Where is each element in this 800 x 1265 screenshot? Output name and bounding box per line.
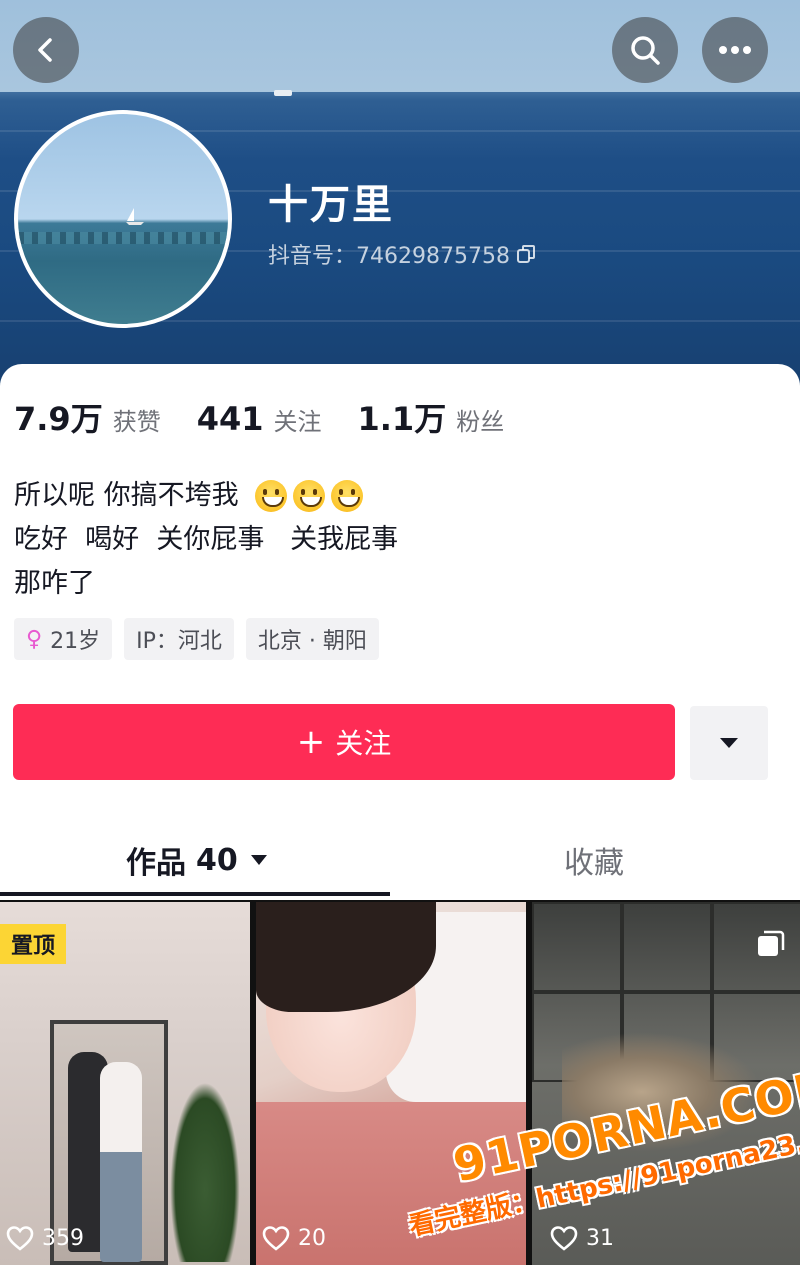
tab-works-label: 作品 <box>126 846 186 881</box>
video-likes: 359 <box>6 1225 84 1251</box>
video-likes-count: 20 <box>298 1225 326 1251</box>
stat-label: 粉丝 <box>456 408 505 436</box>
stat-likes: 7.9万 获赞 <box>14 394 161 440</box>
douyin-id-text: 抖音号：74629875758 <box>268 244 510 269</box>
video-thumbnail[interactable]: 置顶 359 <box>0 902 250 1265</box>
video-likes: 20 <box>262 1225 326 1251</box>
bio: 所以呢 你搞不垮我 吃好 喝好 关你屁事 关我屁事 那咋了 <box>14 474 398 606</box>
copy-icon[interactable] <box>516 244 536 264</box>
heart-outline-icon <box>262 1226 290 1251</box>
search-icon <box>631 36 660 65</box>
follow-button[interactable]: + 关注 <box>13 704 675 780</box>
nickname: 十万里 <box>268 182 394 228</box>
bio-line: 吃好 喝好 关你屁事 关我屁事 <box>14 518 398 562</box>
tab-active-indicator <box>0 892 390 896</box>
heart-outline-icon <box>6 1226 34 1251</box>
stat-followers[interactable]: 1.1万 粉丝 <box>358 394 505 440</box>
bio-text: 那咋了 <box>14 568 95 599</box>
grinning-face-icon <box>254 480 287 512</box>
caret-down-icon <box>720 738 738 748</box>
more-button[interactable] <box>702 17 768 83</box>
thumb-tile <box>622 902 712 992</box>
tag-location[interactable]: 北京 · 朝阳 <box>245 618 379 660</box>
back-button[interactable] <box>13 17 79 83</box>
profile-card: 7.9万 获赞 441 关注 1.1万 粉丝 所以呢 你搞不垮我 吃好 喝好 关… <box>0 364 800 904</box>
video-likes-count: 359 <box>42 1225 84 1251</box>
caret-down-icon <box>250 855 267 865</box>
video-grid: 置顶 359 20 31 <box>0 900 800 1265</box>
thumb-figure <box>100 1062 142 1262</box>
plus-icon: + <box>296 722 326 762</box>
multi-image-icon <box>758 930 785 956</box>
grinning-face-icon <box>292 480 325 512</box>
stats-row: 7.9万 获赞 441 关注 1.1万 粉丝 <box>14 394 540 440</box>
search-button[interactable] <box>612 17 678 83</box>
stat-number: 441 <box>196 400 264 438</box>
stat-following[interactable]: 441 关注 <box>197 400 322 438</box>
bio-text: 吃好 喝好 关你屁事 关我屁事 <box>14 524 399 555</box>
stat-label: 获赞 <box>112 408 161 436</box>
banner-boat <box>274 90 292 96</box>
tag-age: ♀ 21岁 <box>14 618 113 660</box>
profile-tags: ♀ 21岁 IP：河北 北京 · 朝阳 <box>14 618 379 660</box>
stat-number: 7.9万 <box>14 400 103 438</box>
recommend-dropdown-button[interactable] <box>690 706 768 780</box>
douyin-id[interactable]: 抖音号：74629875758 <box>268 238 536 270</box>
content-tabs: 作品 40 收藏 <box>0 824 800 904</box>
video-likes: 31 <box>550 1225 614 1251</box>
avatar[interactable] <box>14 110 232 328</box>
grinning-face-icon <box>330 480 363 512</box>
tag-age-text: 21岁 <box>50 629 101 654</box>
bio-line: 那咋了 <box>14 562 398 606</box>
profile-banner: 十万里 抖音号：74629875758 <box>0 0 800 400</box>
tag-ip: IP：河北 <box>124 618 234 660</box>
bio-line: 所以呢 你搞不垮我 <box>14 474 398 518</box>
chevron-left-icon <box>38 38 52 62</box>
tab-favorites[interactable]: 收藏 <box>564 838 624 882</box>
tab-works[interactable]: 作品 40 <box>126 838 268 882</box>
avatar-rocks <box>18 232 228 244</box>
heart-outline-icon <box>550 1226 578 1251</box>
more-icon <box>719 46 751 54</box>
bio-text: 所以呢 你搞不垮我 <box>14 480 239 511</box>
video-likes-count: 31 <box>586 1225 614 1251</box>
thumb-plant <box>170 1082 240 1262</box>
sailboat-icon <box>126 208 144 225</box>
follow-label: 关注 <box>335 727 392 760</box>
pinned-badge: 置顶 <box>0 924 66 964</box>
stat-number: 1.1万 <box>357 400 447 438</box>
thumb-tile <box>532 902 622 992</box>
female-icon: ♀ <box>26 626 43 652</box>
banner-sky <box>0 0 800 92</box>
tab-works-count: 40 <box>196 842 238 878</box>
stat-label: 关注 <box>273 408 322 436</box>
